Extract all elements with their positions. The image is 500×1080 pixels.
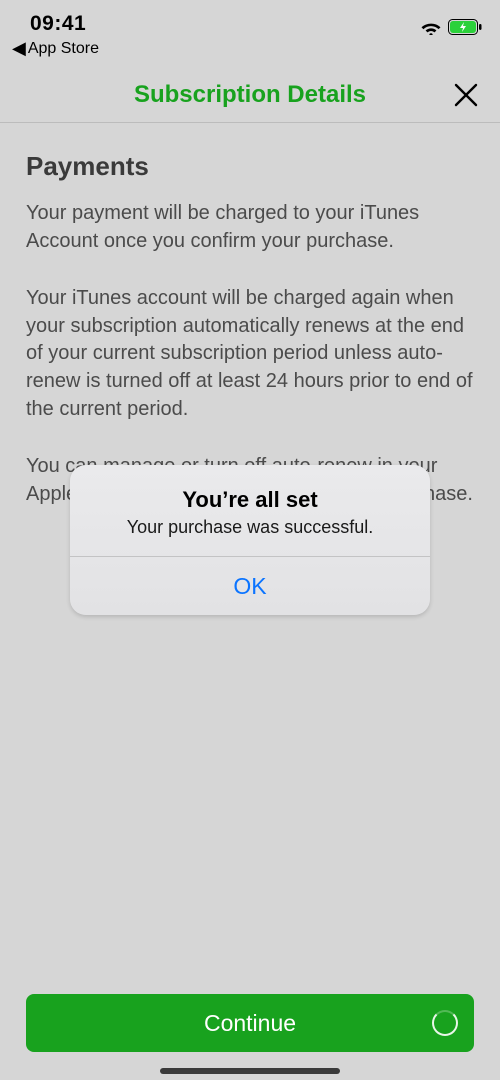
confirmation-alert: You’re all set Your purchase was success…	[70, 465, 430, 615]
alert-overlay: You’re all set Your purchase was success…	[0, 0, 500, 1080]
alert-message: Your purchase was successful.	[94, 517, 406, 538]
alert-ok-label: OK	[233, 573, 266, 600]
alert-title: You’re all set	[94, 487, 406, 513]
alert-ok-button[interactable]: OK	[70, 557, 430, 615]
alert-body: You’re all set Your purchase was success…	[70, 465, 430, 556]
